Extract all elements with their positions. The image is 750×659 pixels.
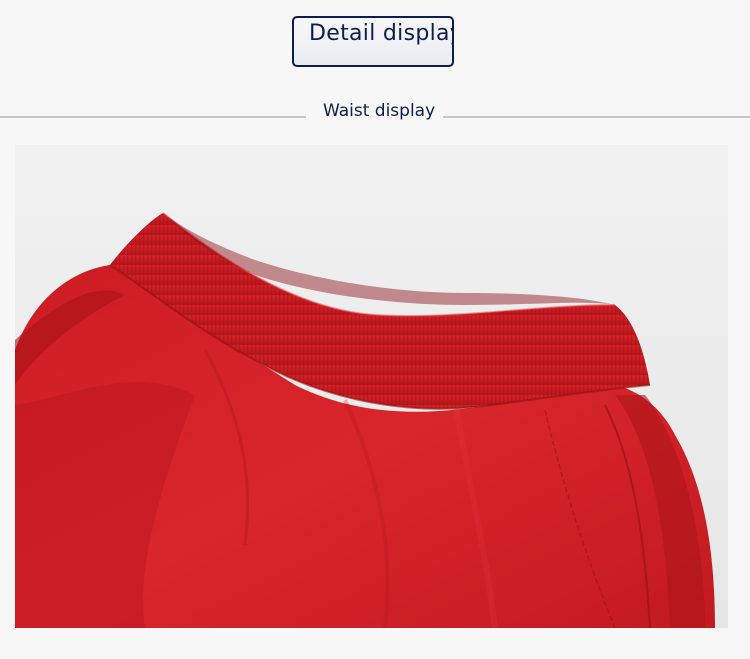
- red-pants-image: [15, 145, 728, 628]
- section-title: Waist display: [323, 101, 436, 121]
- divider-right: [443, 116, 750, 118]
- divider-left: [0, 116, 306, 118]
- badge-label: Detail display: [309, 21, 454, 46]
- product-photo: [15, 145, 728, 628]
- detail-display-badge: Detail display: [292, 16, 454, 67]
